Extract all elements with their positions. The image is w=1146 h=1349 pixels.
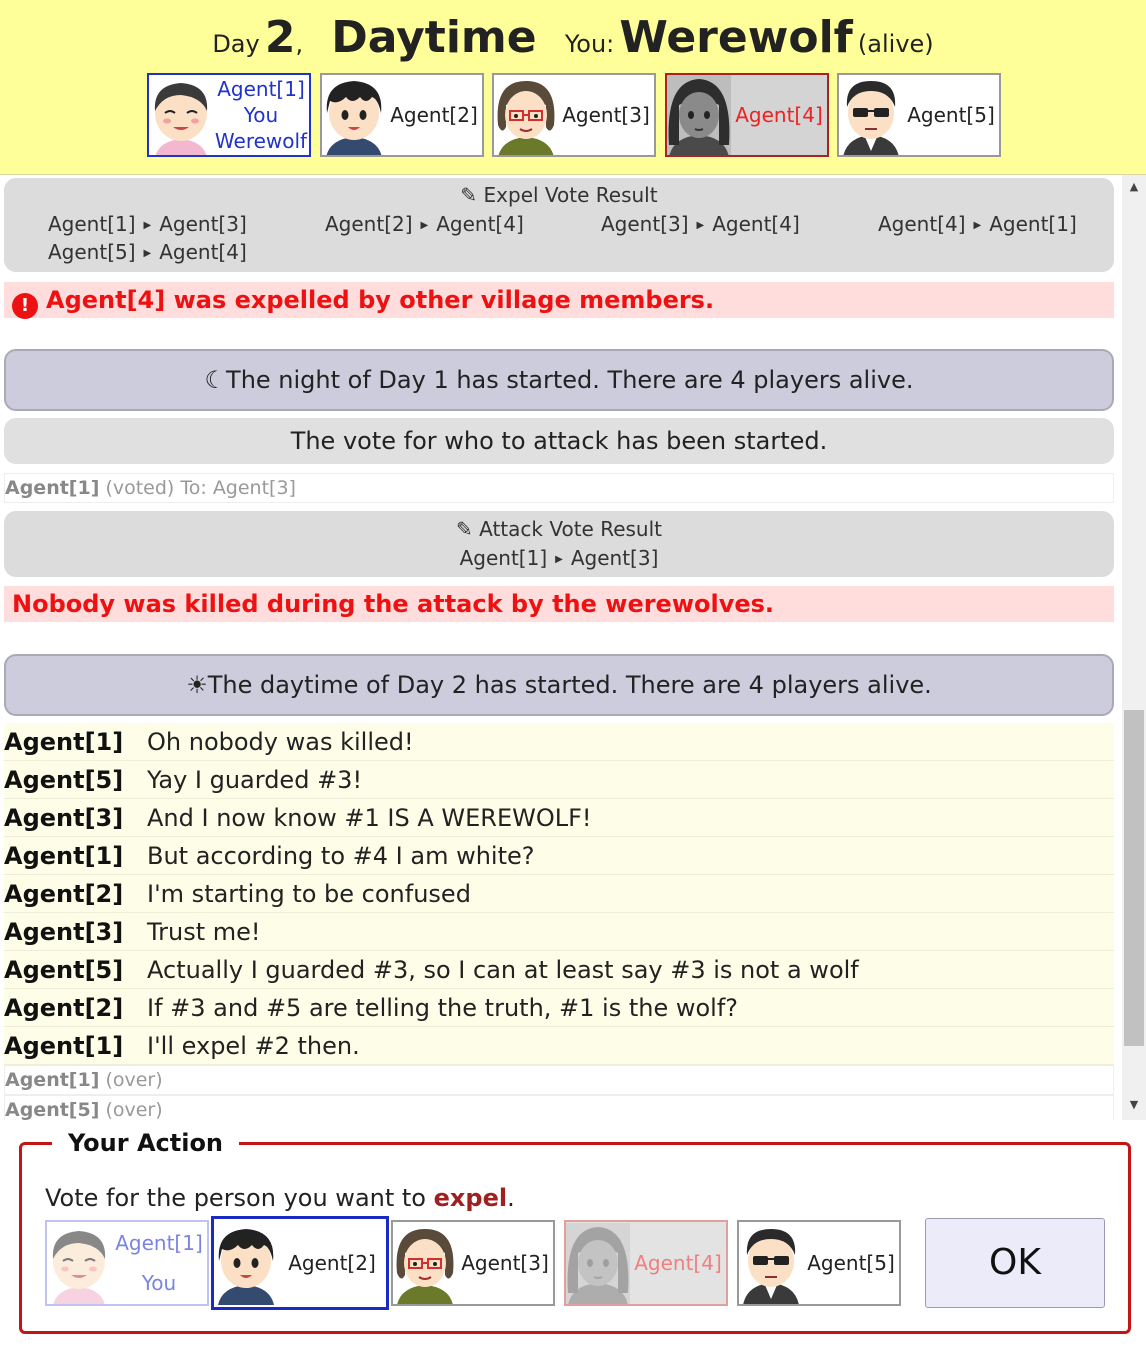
action-instruction: Vote for the person you want to expel. bbox=[45, 1184, 515, 1212]
you-label: You: bbox=[564, 30, 615, 58]
ok-button[interactable]: OK bbox=[925, 1218, 1105, 1308]
vote-entry: Agent[1] ▶ Agent[3] bbox=[48, 212, 247, 236]
vote-candidate-agent-1: Agent[1] You bbox=[45, 1220, 209, 1306]
agent-card-name: Agent[4] bbox=[735, 103, 823, 127]
agent-1-avatar bbox=[149, 75, 213, 157]
attack-voted-line: Agent[1] (voted) To: Agent[3] bbox=[4, 473, 1114, 503]
vote-candidate-agent-5[interactable]: Agent[5] bbox=[737, 1220, 901, 1306]
agent-card-role: Werewolf bbox=[214, 129, 308, 153]
attack-vote-result-panel: ✎ Attack Vote Result Agent[1] ▶ Agent[3] bbox=[4, 511, 1114, 577]
vote-entry: Agent[4] ▶ Agent[1] bbox=[878, 212, 1077, 236]
vote-candidate-agent-4: Agent[4] bbox=[564, 1220, 728, 1306]
arrow-right-icon: ▶ bbox=[973, 220, 982, 231]
agent-3-avatar bbox=[494, 75, 558, 157]
attack-vote-title: Attack Vote Result bbox=[479, 517, 662, 541]
agent-card-5: Agent[5] bbox=[837, 73, 1001, 157]
log-scrollbar[interactable]: ▲ ▼ bbox=[1122, 175, 1146, 1120]
agent-2-avatar bbox=[322, 75, 386, 157]
talk-row: Agent[2] I'm starting to be confused bbox=[4, 875, 1114, 913]
talk-row: Agent[1] But according to #4 I am white? bbox=[4, 837, 1114, 875]
vote-candidate-agent-2[interactable]: Agent[2] bbox=[211, 1216, 389, 1310]
agent-card-4: Agent[4] bbox=[665, 73, 829, 157]
agent-5-avatar bbox=[839, 75, 903, 157]
agent-card-name: Agent[2] bbox=[390, 103, 478, 127]
over-line: Agent[1] (over) bbox=[4, 1065, 1114, 1095]
agent-4-avatar bbox=[667, 75, 731, 157]
talk-row: Agent[1] I'll expel #2 then. bbox=[4, 1027, 1114, 1065]
candidate-name: Agent[3] bbox=[461, 1251, 549, 1275]
instruction-keyword: expel bbox=[433, 1184, 508, 1212]
vote-entry: Agent[2] ▶ Agent[4] bbox=[325, 212, 524, 236]
agent-card-name: Agent[5] bbox=[907, 103, 995, 127]
agent-5-avatar bbox=[739, 1222, 803, 1306]
candidate-name: Agent[2] bbox=[288, 1251, 376, 1275]
role-label: Werewolf bbox=[619, 12, 853, 63]
day-comma: , bbox=[295, 30, 304, 58]
candidate-you: You bbox=[141, 1271, 177, 1295]
arrow-right-icon: ▶ bbox=[143, 248, 152, 259]
talk-row: Agent[3] And I now know #1 IS A WEREWOLF! bbox=[4, 799, 1114, 837]
over-line: Agent[5] (over) bbox=[4, 1095, 1114, 1120]
alive-status: (alive) bbox=[857, 30, 934, 58]
phase-label: Daytime bbox=[331, 12, 537, 63]
talk-row: Agent[3] Trust me! bbox=[4, 913, 1114, 951]
scroll-down-icon[interactable]: ▼ bbox=[1122, 1095, 1146, 1115]
agent-3-avatar bbox=[393, 1222, 457, 1306]
talk-row: Agent[1] Oh nobody was killed! bbox=[4, 723, 1114, 761]
agent-card-you: You bbox=[243, 103, 279, 127]
game-log[interactable]: ✎ Expel Vote Result Agent[1] ▶ Agent[3] Ag… bbox=[0, 175, 1122, 1120]
arrow-right-icon: ▶ bbox=[696, 220, 705, 231]
day-start-banner: ☀The daytime of Day 2 has started. There… bbox=[4, 654, 1114, 716]
arrow-right-icon: ▶ bbox=[420, 220, 429, 231]
alert-icon: ! bbox=[12, 293, 38, 319]
expelled-alert: ! Agent[4] was expelled by other village … bbox=[4, 282, 1114, 319]
ballot-icon: ✎ bbox=[460, 183, 478, 207]
nobody-killed-alert: Nobody was killed during the attack by t… bbox=[4, 586, 1114, 622]
scroll-thumb[interactable] bbox=[1124, 710, 1144, 1046]
candidate-name: Agent[1] bbox=[115, 1231, 203, 1255]
vote-entry: Agent[5] ▶ Agent[4] bbox=[48, 240, 247, 264]
expel-vote-result-panel: ✎ Expel Vote Result Agent[1] ▶ Agent[3] Ag… bbox=[4, 178, 1114, 272]
ballot-icon: ✎ bbox=[456, 517, 473, 541]
status-title: Day 2, Daytime You: Werewolf (alive) bbox=[0, 12, 1146, 63]
agent-card-name: Agent[3] bbox=[562, 103, 650, 127]
candidate-name: Agent[4] bbox=[634, 1251, 722, 1275]
agent-4-avatar bbox=[566, 1222, 630, 1306]
talk-row: Agent[5] Actually I guarded #3, so I can … bbox=[4, 951, 1114, 989]
day-prefix: Day bbox=[212, 30, 260, 58]
candidate-name: Agent[5] bbox=[807, 1251, 895, 1275]
moon-icon: ☾ bbox=[204, 366, 227, 394]
agent-card-3: Agent[3] bbox=[492, 73, 656, 157]
talk-row: Agent[2] If #3 and #5 are telling the tru… bbox=[4, 989, 1114, 1027]
vote-entry: Agent[1] ▶ Agent[3] bbox=[459, 546, 659, 570]
night-start-banner: ☾The night of Day 1 has started. There a… bbox=[4, 349, 1114, 411]
game-status-header: Day 2, Daytime You: Werewolf (alive) Age… bbox=[0, 0, 1146, 175]
expel-vote-title: Expel Vote Result bbox=[483, 183, 658, 207]
arrow-right-icon: ▶ bbox=[555, 554, 563, 565]
talk-row: Agent[5] Yay I guarded #3! bbox=[4, 761, 1114, 799]
agent-card-2: Agent[2] bbox=[320, 73, 484, 157]
attack-vote-started-info: The vote for who to attack has been star… bbox=[4, 418, 1114, 464]
scroll-up-icon[interactable]: ▲ bbox=[1122, 177, 1146, 197]
vote-entry: Agent[3] ▶ Agent[4] bbox=[601, 212, 800, 236]
sunrise-icon: ☀ bbox=[186, 671, 208, 699]
arrow-right-icon: ▶ bbox=[143, 220, 152, 231]
agent-card-name: Agent[1] bbox=[217, 77, 305, 101]
your-action-legend: Your Action bbox=[52, 1127, 240, 1159]
agent-card-1: Agent[1] You Werewolf bbox=[147, 73, 311, 157]
vote-candidate-agent-3[interactable]: Agent[3] bbox=[391, 1220, 555, 1306]
agent-2-avatar bbox=[214, 1222, 278, 1306]
day-number: 2 bbox=[264, 12, 296, 63]
agent-1-avatar bbox=[47, 1222, 111, 1306]
